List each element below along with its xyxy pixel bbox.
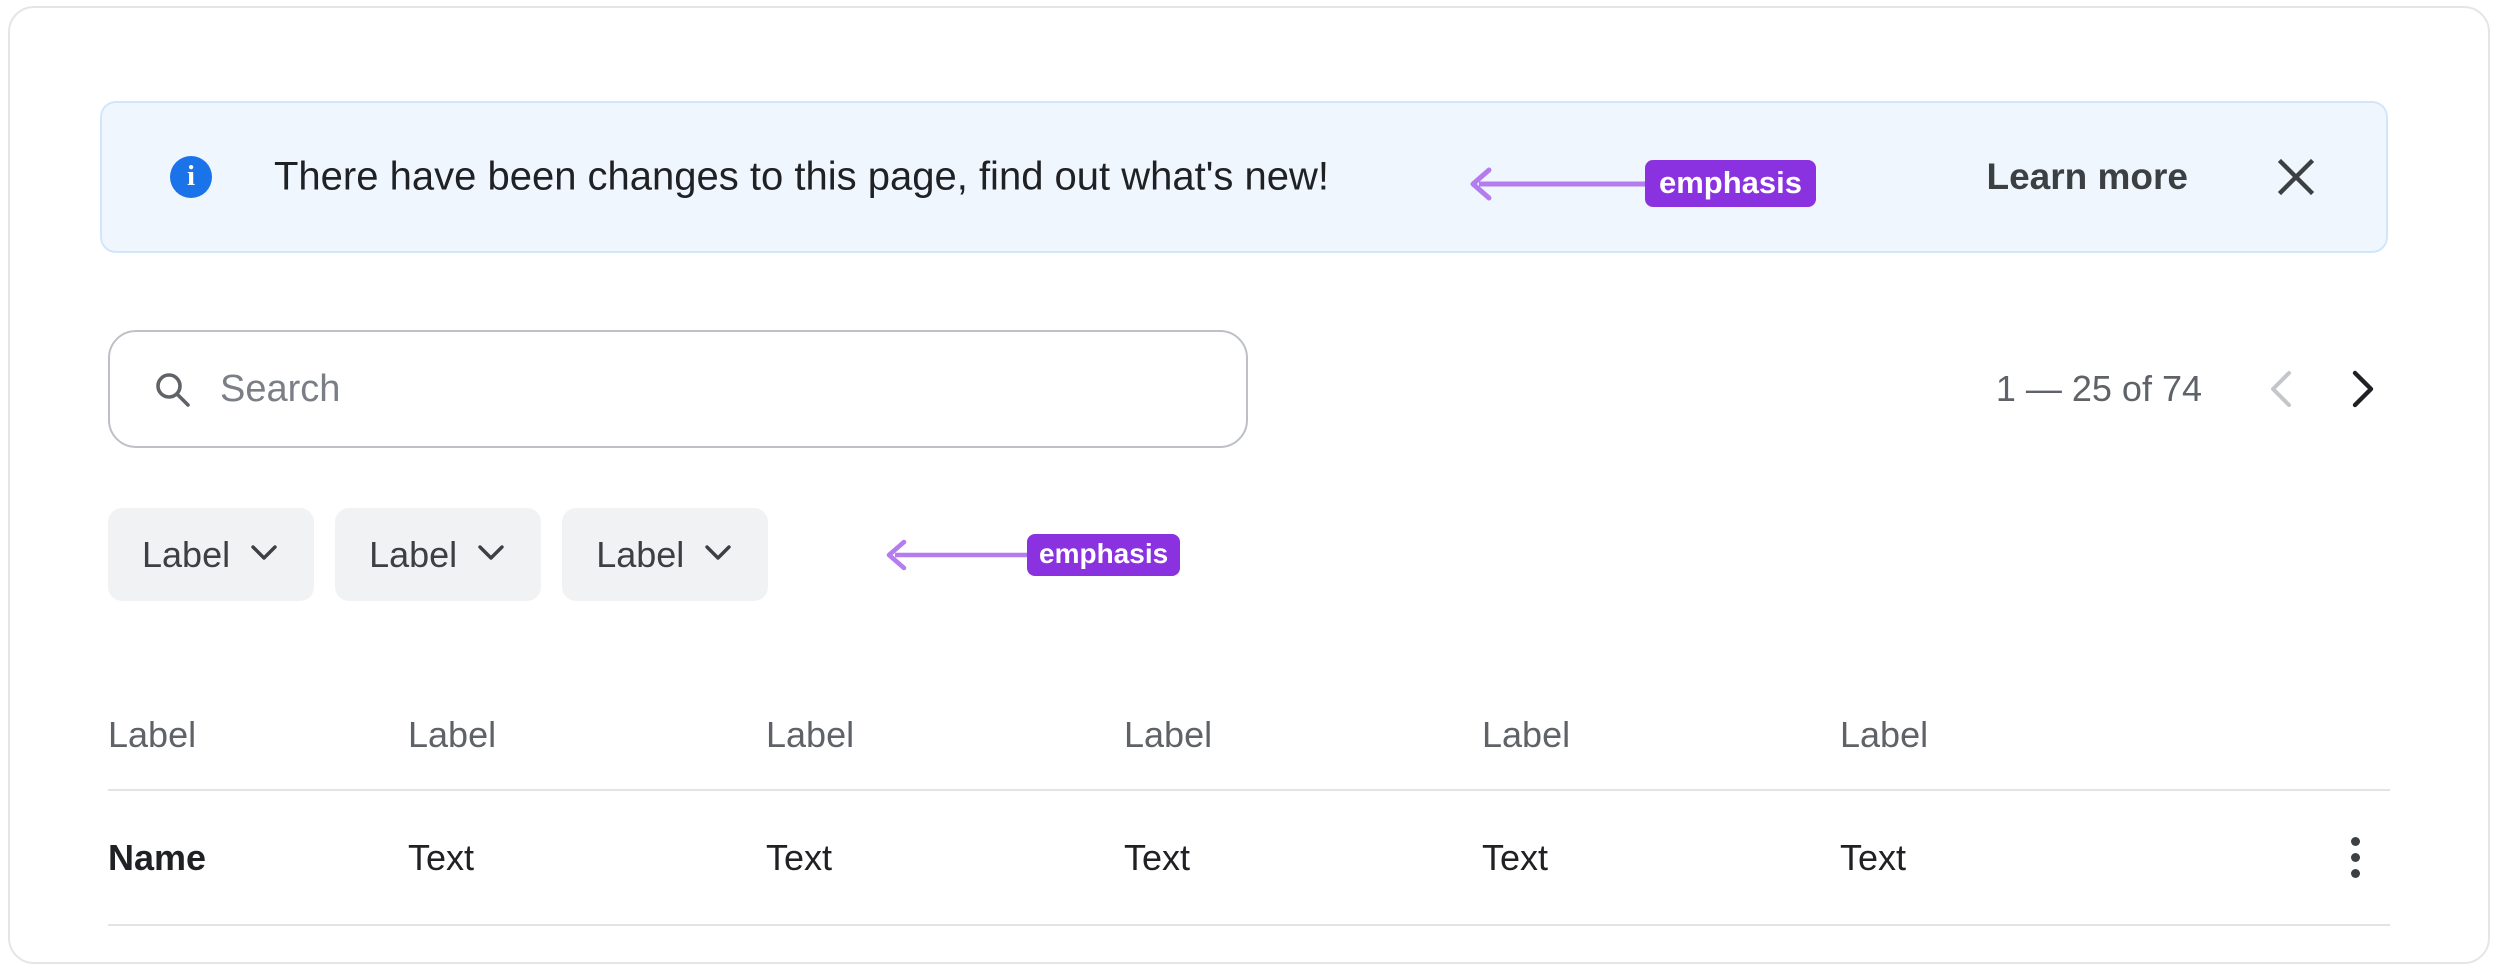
filter-chip-2[interactable]: Label [335,508,542,601]
more-vertical-icon[interactable] [2351,837,2390,878]
chevron-down-icon [475,536,507,573]
table-header-cell-3: Label [766,713,855,755]
learn-more-link[interactable]: Learn more [1986,156,2188,198]
table-row[interactable]: Name Text Text Text Text Text [108,791,2390,926]
filter-chip-1[interactable]: Label [108,508,315,601]
overflow-dot [2351,869,2360,878]
pagination-range-label: 1 — 25 of 74 [1995,368,2202,409]
info-banner: i There have been changes to this page, … [100,101,2388,253]
emphasis-annotation-banner: emphasis [1465,160,1817,207]
pagination-next-button[interactable] [2324,352,2398,426]
pagination-prev-button[interactable] [2246,352,2320,426]
app-container: i There have been changes to this page, … [8,6,2490,964]
annotation-arrow-left-icon [1470,167,1645,200]
emphasis-badge-label: emphasis [1027,534,1181,576]
table-cell-name: Name [108,836,207,878]
table-cell-5: Text [1482,836,1549,878]
emphasis-annotation-filters: emphasis [882,534,1181,576]
table-header-cell-6: Label [1840,713,1929,755]
search-icon [152,369,192,409]
table-header-row: Label Label Label Label Label Label [108,680,2390,791]
search-box[interactable] [108,330,1248,448]
filter-chip-label: Label [596,533,685,575]
overflow-dot [2351,837,2360,846]
table-cell-2: Text [408,836,475,878]
chevron-down-icon [702,536,734,573]
banner-message: There have been changes to this page, fi… [274,154,1329,199]
chevron-right-icon [2352,370,2374,408]
search-input[interactable] [220,367,1218,411]
emphasis-badge-label: emphasis [1645,160,1817,207]
table-header-cell-1: Label [108,713,197,755]
filter-chip-label: Label [369,533,458,575]
table-cell-3: Text [766,836,833,878]
annotation-arrow-left-icon [886,539,1027,571]
table-cell-6: Text [1840,836,1907,878]
table-cell-4: Text [1124,836,1191,878]
table-header-cell-2: Label [408,713,497,755]
chevron-left-icon [2271,371,2291,407]
table-header-cell-4: Label [1124,713,1213,755]
data-table: Label Label Label Label Label Label Name… [108,680,2390,926]
overflow-dot [2351,853,2360,862]
close-icon[interactable] [2268,149,2324,205]
info-circle-icon: i [170,156,212,198]
pagination-controls: 1 — 25 of 74 [1996,330,2398,448]
table-header-cell-5: Label [1482,713,1571,755]
filter-chip-3[interactable]: Label [562,508,769,601]
filter-chip-label: Label [142,533,231,575]
filter-chip-group: Label Label Label [108,508,769,601]
chevron-down-icon [248,536,280,573]
